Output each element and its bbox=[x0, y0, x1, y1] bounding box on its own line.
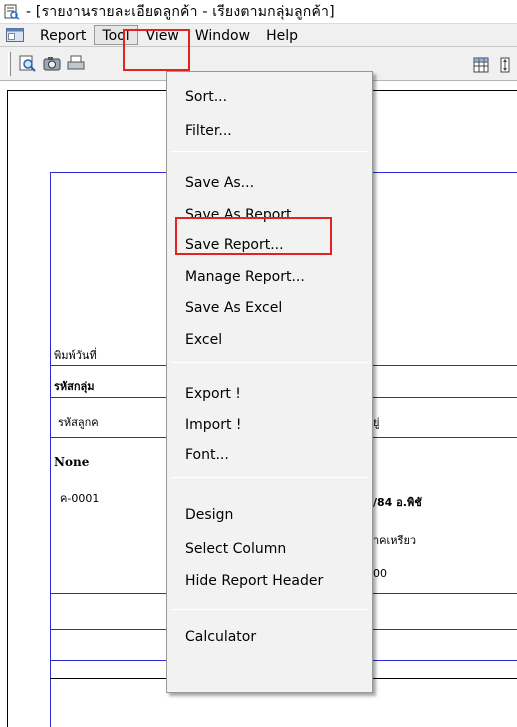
menu-item-export[interactable]: Export ! bbox=[185, 384, 241, 404]
address-line-2: าคเหรียว bbox=[373, 534, 417, 547]
address-line-3: 00 bbox=[373, 567, 387, 580]
menu-item-manage-report[interactable]: Manage Report... bbox=[185, 267, 305, 287]
menu-item-import[interactable]: Import ! bbox=[185, 415, 242, 435]
preview-icon[interactable] bbox=[17, 53, 39, 75]
menu-view[interactable]: View bbox=[138, 25, 187, 45]
menu-item-sort[interactable]: Sort... bbox=[185, 87, 227, 107]
menu-item-save-report[interactable]: Save Report... bbox=[185, 235, 284, 255]
report-app-icon bbox=[4, 4, 20, 20]
mdi-document-icon[interactable] bbox=[6, 28, 24, 42]
menu-help[interactable]: Help bbox=[258, 25, 306, 45]
tool-menu-dropdown: Sort... Filter... Save As... Save As Rep… bbox=[166, 71, 373, 693]
print-icon[interactable] bbox=[65, 53, 87, 75]
menu-separator bbox=[171, 362, 368, 363]
menu-item-select-column[interactable]: Select Column bbox=[185, 539, 286, 559]
camera-icon[interactable] bbox=[41, 53, 63, 75]
menu-item-font[interactable]: Font... bbox=[185, 445, 229, 465]
menu-separator bbox=[171, 151, 368, 152]
menu-separator bbox=[171, 477, 368, 478]
menu-report[interactable]: Report bbox=[32, 25, 94, 45]
menu-item-save-as[interactable]: Save As... bbox=[185, 173, 254, 193]
window-title: - [รายงานรายละเอียดลูกค้า - เรียงตามกลุ่… bbox=[26, 3, 335, 20]
menu-item-hide-report-header[interactable]: Hide Report Header bbox=[185, 571, 323, 591]
menu-separator bbox=[171, 609, 368, 610]
grid-icon[interactable] bbox=[470, 54, 492, 76]
customer-code-label: รหัสลูกค bbox=[58, 416, 99, 429]
toolbar-grip[interactable] bbox=[8, 51, 11, 76]
customer-code-value: ค-0001 bbox=[60, 492, 100, 505]
menu-item-design[interactable]: Design bbox=[185, 505, 233, 525]
menu-item-save-as-excel[interactable]: Save As Excel bbox=[185, 298, 282, 318]
title-bar: - [รายงานรายละเอียดลูกค้า - เรียงตามกลุ่… bbox=[0, 0, 517, 23]
menu-window[interactable]: Window bbox=[187, 25, 258, 45]
address-line-1: /84 อ.พิชั bbox=[373, 496, 422, 509]
menu-tool[interactable]: Tool bbox=[94, 25, 138, 45]
address-header-partial: ยู่ bbox=[373, 416, 380, 429]
menu-item-filter[interactable]: Filter... bbox=[185, 121, 232, 141]
column-icon[interactable] bbox=[494, 54, 516, 76]
menu-item-save-as-report[interactable]: Save As Report... bbox=[185, 205, 305, 225]
menu-item-calculator[interactable]: Calculator bbox=[185, 627, 256, 647]
menu-item-excel[interactable]: Excel bbox=[185, 330, 222, 350]
menu-bar: Report Tool View Window Help bbox=[0, 23, 517, 47]
print-date-label: พิมพ์วันที่ bbox=[54, 349, 97, 362]
group-code-label: รหัสกลุ่ม bbox=[54, 380, 95, 393]
group-value: None bbox=[54, 455, 90, 469]
